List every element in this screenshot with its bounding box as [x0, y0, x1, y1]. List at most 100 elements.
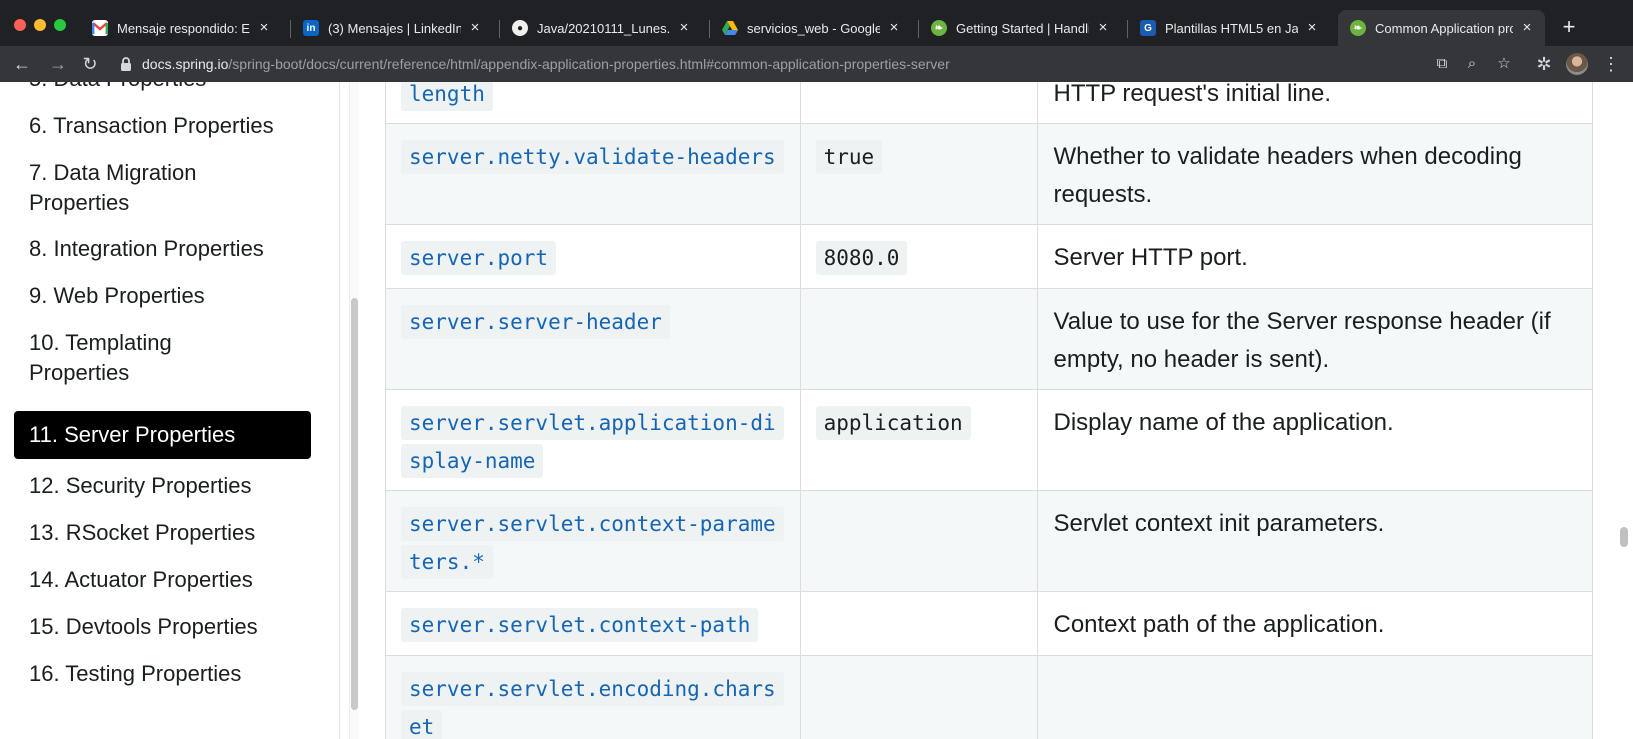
site-icon: G: [1140, 20, 1156, 36]
property-name-cell: length: [385, 82, 801, 124]
tab-title: Common Application prop: [1375, 20, 1513, 36]
property-name-cell: server.server-header: [385, 288, 801, 390]
description-cell: Servlet context init parameters.: [1037, 490, 1593, 592]
sidebar-item-data-migration[interactable]: 7. Data Migration Properties: [14, 158, 254, 218]
sidebar-item-actuator[interactable]: 14. Actuator Properties: [14, 565, 311, 595]
sidebar-item-transaction[interactable]: 6. Transaction Properties: [14, 111, 311, 141]
github-icon: ●: [512, 20, 528, 36]
url-text: docs.spring.io/spring-boot/docs/current/…: [142, 56, 950, 72]
forward-arrow-icon[interactable]: →: [48, 54, 68, 74]
properties-table: length HTTP request's initial line. serv…: [385, 82, 1593, 739]
tab-title: Mensaje respondido: Esto: [117, 20, 250, 36]
close-tab-icon[interactable]: ×: [467, 20, 483, 36]
tab-title: Plantillas HTML5 en Java: [1165, 20, 1298, 36]
close-tab-icon[interactable]: ×: [1095, 20, 1111, 36]
browser-tab[interactable]: ● Java/20210111_Lunes.md ×: [500, 10, 702, 46]
default-value: 8080.0: [815, 241, 908, 275]
sidebar-scrollbar-thumb[interactable]: [351, 298, 358, 710]
property-name[interactable]: server.servlet.context-path: [401, 608, 759, 642]
window-close-button[interactable]: [14, 19, 26, 31]
property-name-cell: server.netty.validate-headers: [385, 123, 801, 225]
browser-tab[interactable]: G Plantillas HTML5 en Java ×: [1128, 10, 1330, 46]
bookmark-star-icon[interactable]: ☆: [1494, 54, 1514, 74]
property-name-cell: server.servlet.encoding.charset: [385, 655, 801, 739]
browser-toolbar: ← → ↻ docs.spring.io/spring-boot/docs/cu…: [0, 46, 1633, 82]
property-name-cell: server.servlet.application-display-name: [385, 389, 801, 491]
toc-sidebar: 5. Data Properties 6. Transaction Proper…: [0, 82, 340, 739]
default-value-cell: [799, 655, 1039, 739]
tab-title: Getting Started | Handling: [956, 20, 1089, 36]
close-tab-icon[interactable]: ×: [1519, 20, 1535, 36]
sidebar-item-rsocket[interactable]: 13. RSocket Properties: [14, 518, 311, 548]
description-cell: Context path of the application.: [1037, 591, 1593, 656]
default-value-cell: [799, 591, 1039, 656]
address-bar[interactable]: docs.spring.io/spring-boot/docs/current/…: [116, 50, 1624, 78]
browser-tab[interactable]: servicios_web - Google D ×: [710, 10, 912, 46]
close-tab-icon[interactable]: ×: [1304, 20, 1320, 36]
default-value-cell: application: [799, 389, 1039, 491]
description-cell: Display name of the application.: [1037, 389, 1593, 491]
sidebar-item-web[interactable]: 9. Web Properties: [14, 281, 311, 311]
property-name[interactable]: server.servlet.context-parameters.*: [401, 507, 784, 579]
property-name[interactable]: length: [401, 82, 493, 111]
url-host: docs.spring.io: [142, 56, 229, 72]
default-value-cell: 8080.0: [799, 224, 1039, 289]
sidebar-item-server[interactable]: 11. Server Properties: [14, 411, 311, 459]
page-scrollbar-thumb[interactable]: [1620, 527, 1628, 547]
close-tab-icon[interactable]: ×: [886, 20, 902, 36]
window-minimize-button[interactable]: [34, 19, 46, 31]
sidebar-item-label: 11. Server Properties: [29, 422, 236, 447]
table-row: server.servlet.context-path Context path…: [385, 591, 1593, 656]
sidebar-item-security[interactable]: 12. Security Properties: [14, 471, 311, 501]
property-name-cell: server.port: [385, 224, 801, 289]
spring-icon: ❧: [1350, 20, 1366, 36]
extensions-icon[interactable]: ✲: [1534, 54, 1554, 74]
table-row: length HTTP request's initial line.: [385, 82, 1593, 124]
property-name[interactable]: server.netty.validate-headers: [401, 140, 784, 174]
profile-avatar[interactable]: [1566, 53, 1588, 75]
linkedin-icon: in: [303, 20, 319, 36]
property-name[interactable]: server.port: [401, 241, 557, 275]
translate-icon[interactable]: ⧉: [1432, 54, 1452, 74]
google-drive-icon: [722, 20, 738, 36]
property-name[interactable]: server.servlet.application-display-name: [401, 406, 784, 478]
default-value-cell: [799, 288, 1039, 390]
description-cell: Server HTTP port.: [1037, 224, 1593, 289]
default-value-cell: [799, 82, 1039, 124]
tab-title: (3) Mensajes | LinkedIn: [328, 20, 461, 36]
property-name[interactable]: server.servlet.encoding.charset: [401, 672, 784, 739]
table-row: server.netty.validate-headers true Wheth…: [385, 123, 1593, 225]
menu-dots-icon[interactable]: ⋮: [1601, 54, 1621, 74]
table-row: server.servlet.context-parameters.* Serv…: [385, 490, 1593, 592]
description-cell: Value to use for the Server response hea…: [1037, 288, 1593, 390]
sidebar-item-devtools[interactable]: 15. Devtools Properties: [14, 612, 311, 642]
table-row: server.servlet.encoding.charset: [385, 655, 1593, 739]
lock-icon: [121, 57, 131, 71]
sidebar-item-testing[interactable]: 16. Testing Properties: [14, 659, 311, 689]
back-arrow-icon[interactable]: ←: [12, 54, 32, 74]
property-name[interactable]: server.server-header: [401, 305, 670, 339]
tab-title: servicios_web - Google D: [747, 20, 880, 36]
sidebar-item-integration[interactable]: 8. Integration Properties: [14, 234, 311, 264]
window-maximize-button[interactable]: [54, 19, 66, 31]
sidebar-item-data[interactable]: 5. Data Properties: [14, 82, 311, 94]
browser-tab[interactable]: Mensaje respondido: Esto ×: [80, 10, 282, 46]
browser-tab-active[interactable]: ❧ Common Application prop ×: [1338, 10, 1545, 46]
sidebar-item-templating[interactable]: 10. Templating Properties: [14, 328, 254, 388]
description-cell: Whether to validate headers when decodin…: [1037, 123, 1593, 225]
spring-icon: ❧: [931, 20, 947, 36]
page-content: 5. Data Properties 6. Transaction Proper…: [0, 82, 1633, 739]
default-value: application: [815, 406, 971, 440]
close-tab-icon[interactable]: ×: [676, 20, 692, 36]
browser-tab[interactable]: ❧ Getting Started | Handling ×: [919, 10, 1121, 46]
browser-tab[interactable]: in (3) Mensajes | LinkedIn ×: [291, 10, 493, 46]
description-cell: HTTP request's initial line.: [1037, 82, 1593, 124]
property-name-cell: server.servlet.context-parameters.*: [385, 490, 801, 592]
close-tab-icon[interactable]: ×: [256, 20, 272, 36]
new-tab-button[interactable]: +: [1557, 16, 1581, 40]
zoom-icon[interactable]: ⌕: [1462, 54, 1482, 74]
property-name-cell: server.servlet.context-path: [385, 591, 801, 656]
reload-icon[interactable]: ↻: [80, 54, 100, 74]
default-value: true: [815, 140, 883, 174]
description-cell: [1037, 655, 1593, 739]
